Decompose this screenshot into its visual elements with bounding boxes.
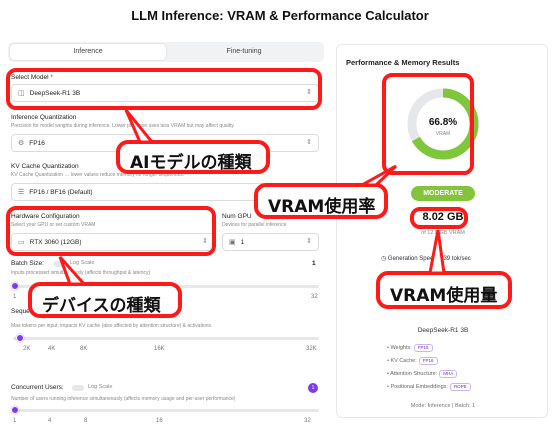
layers-icon: ☰ [18,189,25,196]
stepper-icon[interactable]: ⇕ [306,237,312,245]
concurrent-log-toggle[interactable] [72,385,84,391]
batch-size-value: 1 [312,260,316,267]
concurrent-tick: 4 [48,418,52,424]
spec-positional: • Positional Embeddings: ROPE [387,383,471,391]
concurrent-users-value: 1 [308,383,318,393]
sequence-slider-track[interactable] [13,337,319,340]
tab-inference[interactable]: Inference [10,44,166,60]
inference-quant-desc: Precision for model weights during infer… [11,123,235,129]
callout-ai-model-type-text: AIモデルの種類 [130,153,252,173]
callout-vram-amount: VRAM使用量 [376,271,512,309]
sequence-tick: 4K [48,346,56,352]
page-title: LLM Inference: VRAM & Performance Calcul… [131,8,429,23]
cpu-icon: ▣ [229,239,236,246]
batch-log-label: Log Scale [70,260,95,266]
callout-vram-rate: VRAM使用率 [254,183,388,219]
chevron-updown-icon: ⇕ [306,139,312,146]
batch-size-desc: Inputs processed simultaneously (affects… [11,270,151,276]
batch-slider-thumb[interactable] [11,282,19,290]
concurrent-tick: 32 [304,418,311,424]
concurrent-log-label: Log Scale [88,384,113,390]
callout-device-type: デバイスの種類 [28,282,182,318]
batch-log-toggle[interactable] [54,261,66,267]
results-title: Performance & Memory Results [346,58,460,67]
concurrent-users-label: Concurrent Users: [11,384,64,391]
concurrent-tick: 8 [84,418,88,424]
result-model-name: DeepSeek-R1 3B [417,327,469,334]
callout-device-type-text: デバイスの種類 [42,296,161,316]
spec-weights: • Weights: FP16 [387,344,433,352]
num-gpus-input[interactable]: ▣ 1 ⇕ [222,233,319,251]
callout-ai-model-type: AIモデルの種類 [116,140,270,174]
tab-fine-tuning[interactable]: Fine-tuning [166,44,322,60]
callout-vram-rate-text: VRAM使用率 [268,197,376,217]
concurrent-slider-thumb[interactable] [11,406,19,414]
spec-attention: • Attention Structure: MHA [387,370,458,378]
spec-kv-cache: • KV Cache: FP16 [387,357,438,365]
sequence-label: Seque [11,308,30,315]
kv-quant-label: KV Cache Quantization [11,163,79,170]
generation-speed: ◷ Generation Speed: ~39 tok/sec [381,256,471,262]
callout-vram-amount-text: VRAM使用量 [390,286,498,306]
sequence-tick: 16K [154,346,165,352]
num-gpus-desc: Devices for parallel inference [222,222,287,228]
num-gpus-label: Num GPU [222,213,252,220]
highlight-gauge [382,73,474,175]
sequence-tick: 32K [306,346,317,352]
highlight-hardware [6,206,216,256]
batch-min-tick: 1 [13,294,17,300]
concurrent-tick: 16 [156,418,163,424]
concurrent-slider-track[interactable] [13,409,319,412]
batch-size-label: Batch Size: [11,260,44,267]
gear-icon: ⚙ [18,140,25,147]
highlight-select-model [6,68,322,110]
mode-batch-row: Mode: Inference | Batch: 1 [410,403,476,409]
batch-max-tick: 32 [311,294,318,300]
highlight-vram-used [410,207,468,229]
sequence-slider-thumb[interactable] [16,334,24,342]
sequence-tick: 2K [23,346,31,352]
sequence-tick: 8K [80,346,88,352]
concurrent-tick: 1 [13,418,17,424]
sequence-desc: Max tokens per input; impacts KV cache (… [11,323,213,329]
mode-tabs: Inference Fine-tuning [8,42,324,62]
concurrent-users-desc: Number of users running inference simult… [11,396,236,402]
inference-quant-label: Inference Quantization [11,114,77,121]
clock-icon: ◷ [381,256,387,262]
status-badge: MODERATE [411,186,475,201]
vram-total: of 12.0 GB VRAM [421,230,465,236]
